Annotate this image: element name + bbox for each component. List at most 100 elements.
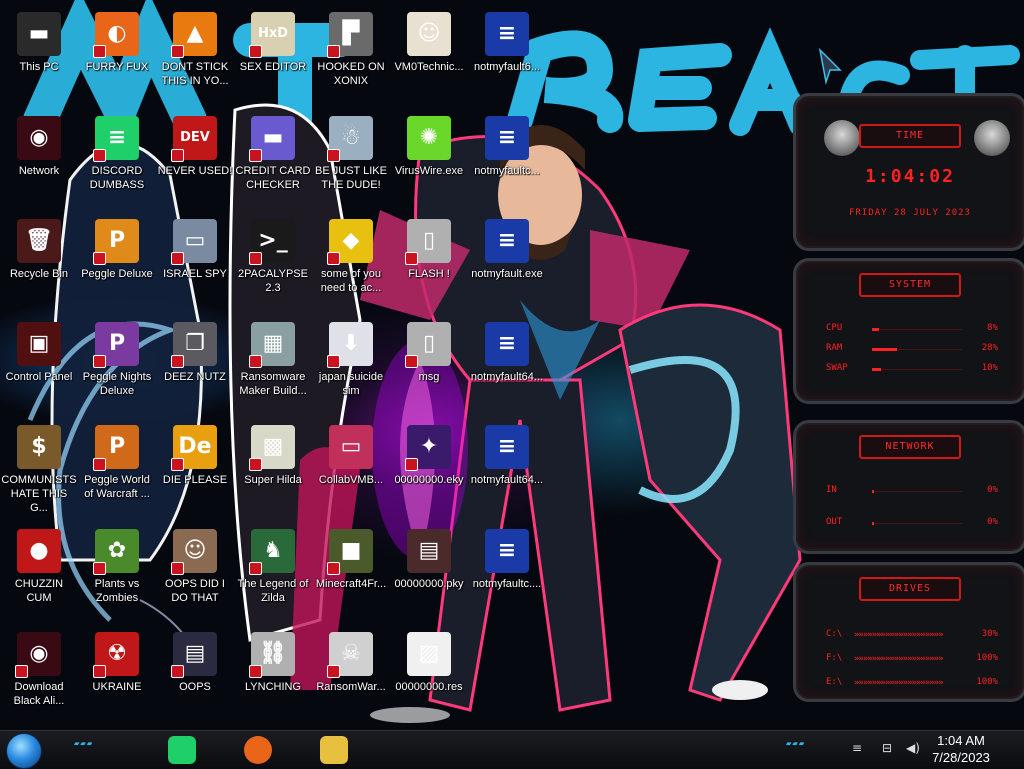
uac-shield-icon — [93, 252, 106, 265]
show-hidden-icons-icon[interactable]: ≡ — [852, 741, 862, 755]
desktop-icon[interactable]: ▯ msg — [390, 316, 468, 416]
book-icon: ▤ — [407, 529, 451, 573]
system-gadget[interactable]: SYSTEM CPU 8% RAM 28% SWAP 10% — [793, 258, 1024, 404]
time-gadget-date: FRIDAY 28 JULY 2023 — [849, 208, 971, 218]
desktop-icon[interactable]: ☺ OOPS DID I DO THAT — [156, 523, 234, 623]
desktop-icon[interactable]: DEV NEVER USED! — [156, 110, 234, 210]
chat-app-icon[interactable] — [160, 733, 204, 767]
desktop-icon[interactable]: ⛓ LYNCHING — [234, 626, 312, 726]
desktop-icon[interactable]: ▦ Ransomware Maker Build... — [234, 316, 312, 416]
desktop-icon[interactable]: ☢ UKRAINE — [78, 626, 156, 726]
msg-file-icon: ▯ — [405, 322, 451, 368]
gadget-row-value: 30% — [981, 629, 998, 639]
desktop-icon[interactable]: ● CHUZZIN CUM — [0, 523, 78, 623]
gadget-row: C:\ »»»»»»»»»»»»»»»»»»»» 30% — [826, 629, 998, 643]
desktop-icon[interactable]: ▯ FLASH ! — [390, 213, 468, 313]
desktop-icon[interactable]: ≡ notmyfault64... — [468, 419, 546, 519]
uac-shield-icon — [327, 562, 340, 575]
peggle-nights-icon: P — [93, 322, 139, 368]
desktop-icon[interactable]: ♞ The Legend of Zilda — [234, 523, 312, 623]
window-app-icon: ▦ — [249, 322, 295, 368]
desktop-icon[interactable]: ▬ CREDIT CARD CHECKER — [234, 110, 312, 210]
desktop-icon[interactable]: 🗑 Recycle Bin — [0, 213, 78, 313]
drive-usage-bar: »»»»»»»»»»»»»»»»»»»» — [854, 678, 943, 688]
desktop-icon[interactable]: ▤ 00000000.pky — [390, 523, 468, 623]
icon-glyph: ≡ — [497, 21, 517, 46]
system-gadget-title: SYSTEM — [859, 273, 961, 297]
icon-glyph: ▭ — [340, 434, 362, 459]
desktop-icon[interactable]: ▣ Control Panel — [0, 316, 78, 416]
usage-bar-fill — [872, 368, 881, 371]
drives-gadget[interactable]: DRIVES C:\ »»»»»»»»»»»»»»»»»»»» 30% F:\ »»»»… — [793, 562, 1024, 702]
gadget-row-value: 8% — [987, 323, 998, 333]
file-explorer-icon[interactable] — [312, 733, 356, 767]
desktop-icon-label: DISCORD DUMBASS — [89, 165, 145, 191]
taskbar-clock[interactable]: 1:04 AM 7/28/2023 — [916, 732, 1006, 766]
uac-shield-icon — [171, 149, 184, 162]
desktop-icon[interactable]: ◐ FURRY FUX — [78, 6, 156, 106]
gadget-row-label: RAM — [826, 343, 843, 353]
desktop-icon[interactable]: ▲ DONT STICK THIS IN YO... — [156, 6, 234, 106]
drive-usage-bar: »»»»»»»»»»»»»»»»»»»» — [854, 630, 943, 640]
desktop-icon[interactable]: ≡ notmyfaultc... — [468, 110, 546, 210]
uac-shield-icon — [249, 252, 262, 265]
desktop-icon[interactable]: $ COMMUNISTS HATE THIS G... — [0, 419, 78, 519]
desktop-icon[interactable]: ≡ notmyfault64... — [468, 316, 546, 416]
desktop-icon-label: DIE PLEASE — [162, 474, 228, 486]
desktop-icon[interactable]: HxD SEX EDITOR — [234, 6, 312, 106]
desktop-icon[interactable]: ◉ Network — [0, 110, 78, 210]
taskbar-time: 1:04 AM — [937, 733, 985, 748]
uac-shield-icon — [249, 665, 262, 678]
desktop-icon[interactable]: ▭ ISRAEL SPY — [156, 213, 234, 313]
mouse-cursor — [818, 47, 842, 85]
desktop-icon-label: FLASH ! — [408, 268, 450, 280]
desktop-icon[interactable]: ▩ Super Hilda — [234, 419, 312, 519]
desktop-icon[interactable]: >_ 2PACALYPSE 2.3 — [234, 213, 312, 313]
desktop-icon[interactable]: ⬇ japan suicide sim — [312, 316, 390, 416]
desktop-icon-label: Super Hilda — [244, 474, 302, 486]
desktop-icon[interactable]: De DIE PLEASE — [156, 419, 234, 519]
firefox-icon[interactable] — [236, 733, 280, 767]
chuzzle-icon: ● — [17, 529, 61, 573]
desktop-icon[interactable]: ✦ 00000000.eky — [390, 419, 468, 519]
desktop-icon-label: notmyfault6... — [473, 61, 541, 73]
icon-glyph: ▣ — [28, 331, 50, 356]
flash-file-icon: ▯ — [405, 219, 451, 265]
desktop-icon-label: Peggle Deluxe — [81, 268, 153, 280]
desktop-icon-label: CHUZZIN CUM — [14, 578, 64, 604]
uac-shield-icon — [405, 458, 418, 471]
desktop-icon[interactable]: P Peggle Nights Deluxe — [78, 316, 156, 416]
start-button[interactable] — [6, 733, 42, 769]
network-tray-icon[interactable]: ⊟ — [882, 741, 892, 755]
desktop-icon[interactable]: ≡ DISCORD DUMBASS — [78, 110, 156, 210]
desktop-icon-label: 00000000.res — [395, 681, 463, 693]
desktop-icon[interactable]: ▭ CollabVMB... — [312, 419, 390, 519]
desktop-icon[interactable]: ≡ notmyfaultc.... — [468, 523, 546, 623]
chart-file-icon: ▨ — [407, 632, 451, 676]
desktop-icon[interactable]: ☺ VM0Technic... — [390, 6, 468, 106]
time-gadget[interactable]: TIME 1:04:02 FRIDAY 28 JULY 2023 — [793, 93, 1024, 251]
desktop-icon[interactable]: ▤ OOPS — [156, 626, 234, 726]
taskbar-app-glyph — [320, 736, 348, 764]
desktop-icon[interactable]: ◆ some of you need to ac... — [312, 213, 390, 313]
desktop-icon[interactable]: ▨ 00000000.res — [390, 626, 468, 726]
beaver-icon: ◆ — [327, 219, 373, 265]
desktop-icon[interactable]: ▛ HOOKED ON XONIX — [312, 6, 390, 106]
desktop-icon-label: 2PACALYPSE 2.3 — [238, 268, 308, 294]
desktop-icon[interactable]: ✿ Plants vs Zombies — [78, 523, 156, 623]
desktop-icon[interactable]: ≡ notmyfault6... — [468, 6, 546, 106]
desktop-icon[interactable]: ◉ Download Black Ali... — [0, 626, 78, 726]
icon-glyph: ≡ — [497, 538, 517, 563]
desktop-icon[interactable]: P Peggle Deluxe — [78, 213, 156, 313]
desktop-icon-label: DEEZ NUTZ — [164, 371, 226, 383]
desktop-icon-label: Minecraft4Fr... — [315, 578, 387, 590]
desktop-icon[interactable]: ▬ This PC — [0, 6, 78, 106]
network-gadget[interactable]: NETWORK IN 0% OUT 0% — [793, 420, 1024, 554]
desktop-icon[interactable]: ❐ DEEZ NUTZ — [156, 316, 234, 416]
desktop-icon[interactable]: ☃ BE JUST LIKE THE DUDE! — [312, 110, 390, 210]
desktop-icon[interactable]: ✺ VirusWire.exe — [390, 110, 468, 210]
desktop-icon[interactable]: ■ Minecraft4Fr... — [312, 523, 390, 623]
desktop-icon[interactable]: ≡ notmyfault.exe — [468, 213, 546, 313]
desktop-icon[interactable]: ☠ RansomWar... — [312, 626, 390, 726]
desktop-icon[interactable]: P Peggle World of Warcraft ... — [78, 419, 156, 519]
